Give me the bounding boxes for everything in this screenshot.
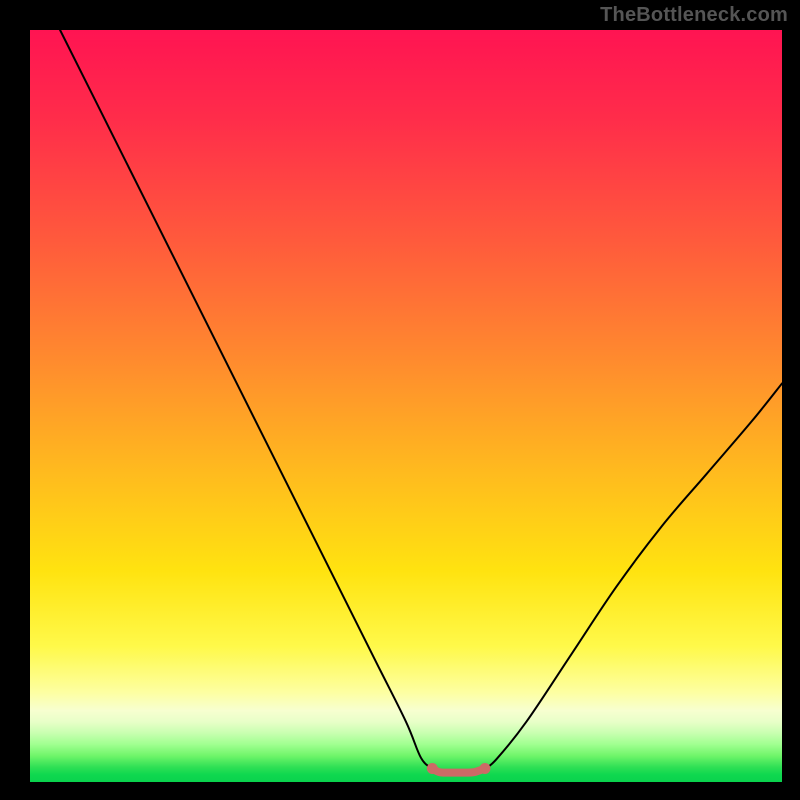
valley-bump-line <box>432 768 485 772</box>
plot-area <box>30 30 782 782</box>
watermark-text: TheBottleneck.com <box>600 4 788 27</box>
right-curve-line <box>485 383 782 768</box>
chart-frame: TheBottleneck.com <box>0 0 800 800</box>
curve-layer <box>30 30 782 782</box>
left-curve-line <box>60 30 432 768</box>
